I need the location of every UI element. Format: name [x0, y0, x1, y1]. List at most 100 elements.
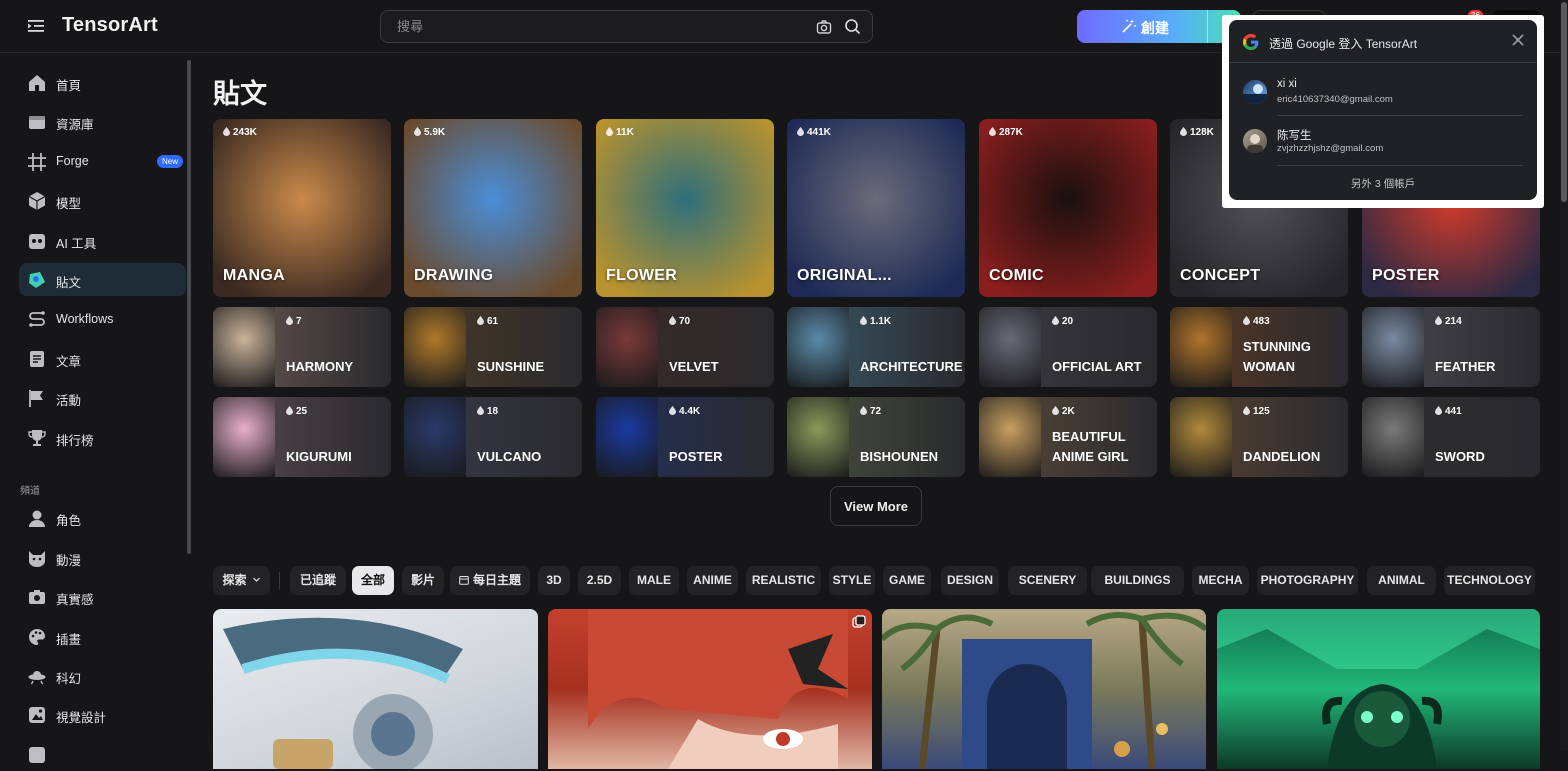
tag-card[interactable]: 70 VELVET — [596, 307, 774, 387]
tag-thumbnail — [979, 397, 1041, 477]
create-button[interactable]: 創建 — [1077, 10, 1241, 43]
sidebar-scrollbar[interactable] — [187, 60, 191, 554]
sidebar-item-ai-tools[interactable]: AI 工具 — [19, 224, 186, 257]
filter-chip[interactable]: DESIGN — [941, 566, 999, 595]
app-logo[interactable]: TensorArt — [62, 14, 158, 37]
more-accounts-link[interactable]: 另外 3 個帳戶 — [1229, 176, 1537, 191]
post-image — [223, 617, 463, 769]
filter-chip[interactable]: ANIME — [687, 566, 738, 595]
tag-name: STUNNING WOMAN — [1243, 339, 1311, 374]
tag-thumbnail — [404, 307, 466, 387]
tag-card[interactable]: 214 FEATHER — [1362, 307, 1540, 387]
tag-thumbnail — [979, 307, 1041, 387]
filter-chip[interactable]: ANIMAL — [1367, 566, 1436, 595]
tag-card[interactable]: 441 SWORD — [1362, 397, 1540, 477]
post-count: 61 — [477, 316, 498, 327]
category-name: POSTER — [1372, 267, 1440, 284]
category-name: FLOWER — [606, 267, 678, 284]
filter-chip[interactable]: 探索 — [213, 566, 270, 595]
character-icon — [29, 510, 45, 527]
tag-card[interactable]: 18 VULCANO — [404, 397, 582, 477]
tag-card[interactable]: 125 DANDELION — [1170, 397, 1348, 477]
sidebar-channel-visual-design[interactable]: 視覺設計 — [19, 698, 186, 731]
category-card[interactable]: 11K FLOWER — [596, 119, 774, 297]
view-more-button[interactable]: View More — [830, 486, 922, 526]
filter-chip[interactable]: 已追蹤 — [290, 566, 346, 595]
tag-card[interactable]: 72 BISHOUNEN — [787, 397, 965, 477]
tag-card[interactable]: 4.4K POSTER — [596, 397, 774, 477]
sidebar-item-label: 動漫 — [56, 554, 82, 568]
tag-thumbnail — [404, 397, 466, 477]
post-card[interactable] — [1217, 609, 1540, 769]
camera-search-icon[interactable] — [816, 19, 832, 35]
sidebar-channel-more[interactable] — [19, 738, 186, 771]
search-input[interactable] — [397, 19, 797, 34]
design-icon — [29, 707, 45, 723]
sidebar-channel-illustration[interactable]: 插畫 — [19, 620, 186, 653]
tag-card[interactable]: 2K BEAUTIFUL ANIME GIRL — [979, 397, 1157, 477]
post-count: 5.9K — [414, 127, 445, 138]
sidebar-item-events[interactable]: 活動 — [19, 381, 186, 414]
page-scrollbar-thumb[interactable] — [1561, 2, 1567, 202]
tag-card[interactable]: 7 HARMONY — [213, 307, 391, 387]
ufo-icon — [28, 671, 46, 685]
tag-card[interactable]: 483 STUNNING WOMAN — [1170, 307, 1348, 387]
menu-toggle-icon[interactable] — [26, 17, 46, 35]
search-bar — [380, 10, 873, 43]
post-card[interactable] — [548, 609, 872, 769]
ai-tool-icon — [29, 234, 45, 249]
filter-chip[interactable]: TECHNOLOGY — [1444, 566, 1535, 595]
filter-chip[interactable]: 影片 — [402, 566, 444, 595]
filter-chip[interactable]: 2.5D — [578, 566, 621, 595]
filter-chip[interactable]: 3D — [538, 566, 570, 595]
tag-thumbnail — [787, 307, 849, 387]
tag-card[interactable]: 61 SUNSHINE — [404, 307, 582, 387]
sidebar-item-models[interactable]: 模型 — [19, 184, 186, 217]
page-scrollbar[interactable] — [1560, 0, 1568, 750]
sidebar-channel-scifi[interactable]: 科幻 — [19, 659, 186, 692]
tag-card[interactable]: 25 KIGURUMI — [213, 397, 391, 477]
filter-chip[interactable]: BUILDINGS — [1091, 566, 1184, 595]
tag-card[interactable]: 20 OFFICIAL ART — [979, 307, 1157, 387]
filter-chip[interactable]: 每日主題 — [450, 566, 530, 595]
sidebar-channel-character[interactable]: 角色 — [19, 501, 186, 534]
post-image — [1217, 609, 1540, 769]
post-count: 483 — [1243, 316, 1270, 327]
sidebar-item-forge[interactable]: Forge New — [19, 145, 186, 178]
filter-chip[interactable]: MECHA — [1192, 566, 1249, 595]
filter-chip[interactable]: 全部 — [352, 566, 394, 595]
sidebar-item-posts[interactable]: 貼文 — [19, 263, 186, 296]
filter-chip[interactable]: STYLE — [829, 566, 875, 595]
channels-section-label: 頻道 — [20, 486, 40, 497]
filter-chip[interactable]: GAME — [883, 566, 931, 595]
sidebar-channel-realistic[interactable]: 真實感 — [19, 580, 186, 613]
filter-chip[interactable]: PHOTOGRAPHY — [1257, 566, 1358, 595]
filter-chip[interactable]: MALE — [629, 566, 679, 595]
popup-divider — [1229, 62, 1537, 63]
category-card[interactable]: 243K MANGA — [213, 119, 391, 297]
sidebar-item-articles[interactable]: 文章 — [19, 342, 186, 375]
filter-chip[interactable]: SCENERY — [1008, 566, 1087, 595]
category-card[interactable]: 441K ORIGINAL... — [787, 119, 965, 297]
sidebar-item-label: 文章 — [56, 355, 82, 369]
tag-name: SWORD — [1435, 449, 1485, 464]
tag-card[interactable]: 1.1K ARCHITECTURE — [787, 307, 965, 387]
tag-name: OFFICIAL ART — [1052, 359, 1142, 374]
filter-chip[interactable]: REALISTIC — [746, 566, 821, 595]
search-icon[interactable] — [844, 18, 861, 35]
google-account-row[interactable]: xi xi eric410637340@gmail.com — [1243, 70, 1523, 114]
post-card[interactable] — [882, 609, 1206, 769]
category-card[interactable]: 5.9K DRAWING — [404, 119, 582, 297]
tag-name: KIGURUMI — [286, 449, 352, 464]
sidebar-channel-anime[interactable]: 動漫 — [19, 541, 186, 574]
category-name: ORIGINAL... — [797, 267, 892, 284]
post-count: 20 — [1052, 316, 1073, 327]
sidebar-item-workflows[interactable]: Workflows — [19, 303, 186, 336]
sidebar-item-home[interactable]: 首頁 — [19, 66, 186, 99]
close-icon[interactable] — [1511, 33, 1525, 47]
sidebar-item-library[interactable]: 資源庫 — [19, 105, 186, 138]
sidebar-item-leaderboard[interactable]: 排行榜 — [19, 421, 186, 454]
category-card[interactable]: 287K COMIC — [979, 119, 1157, 297]
post-card[interactable] — [213, 609, 538, 769]
google-account-row[interactable]: 陈写生 zvjzhzzhjshz@gmail.com — [1243, 119, 1523, 163]
